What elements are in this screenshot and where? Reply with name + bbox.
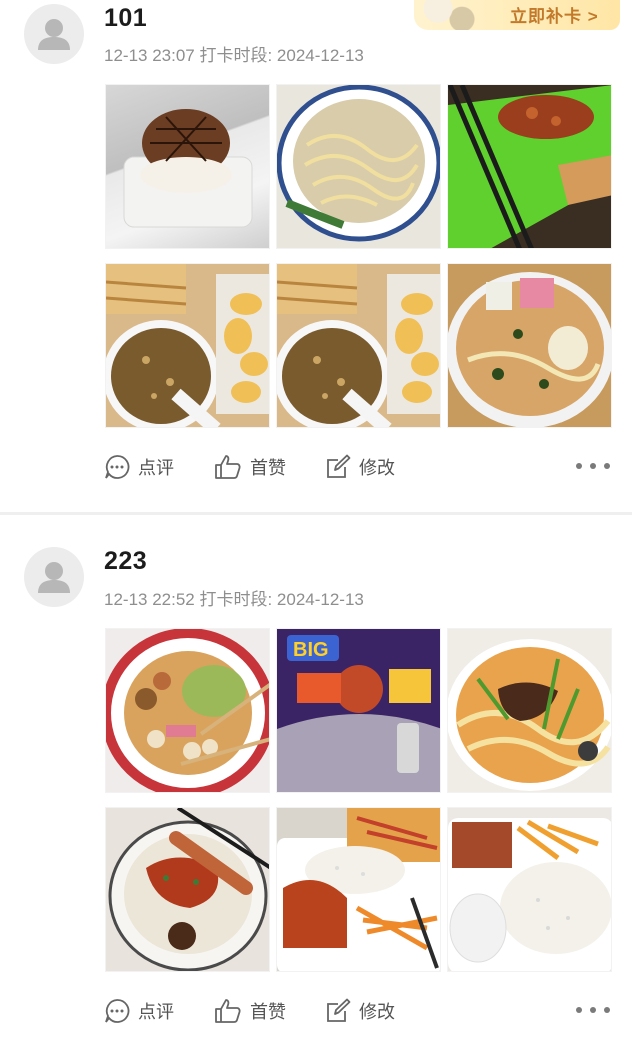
post-meta: 12-13 23:07 打卡时段: 2024-12-13 — [104, 46, 364, 65]
spicy-wonton-photo[interactable] — [105, 807, 270, 972]
edit-icon — [327, 998, 351, 1022]
like-button[interactable]: 首赞 — [214, 996, 286, 1026]
comment-icon — [105, 455, 130, 479]
edit-label: 修改 — [359, 458, 395, 478]
noodle-bowl-icon — [277, 85, 440, 242]
user-placeholder-icon — [38, 19, 70, 50]
post-card-223: 223 12-13 22:52 打卡时段: 2024-12-13 BIG 点评 … — [0, 515, 632, 1058]
like-label: 首赞 — [250, 1002, 286, 1022]
beef-noodle-photo[interactable] — [447, 628, 612, 793]
spicy-hotpot-photo[interactable] — [447, 263, 612, 428]
malatang-bowl-photo[interactable] — [105, 628, 270, 793]
comment-button[interactable]: 点评 — [104, 452, 174, 482]
edit-icon — [327, 454, 351, 478]
username[interactable]: 101 — [104, 4, 147, 33]
beef-noodle-icon — [448, 639, 611, 791]
user-placeholder-icon — [38, 562, 70, 593]
plate-chicken-icon — [448, 85, 611, 248]
post-card-101: 101 12-13 23:07 打卡时段: 2024-12-13 立即补卡 > — [0, 0, 632, 512]
like-button[interactable]: 首赞 — [214, 452, 286, 482]
avatar[interactable] — [24, 547, 84, 607]
like-label: 首赞 — [250, 458, 286, 478]
rice-plate-photo[interactable] — [276, 807, 441, 972]
edit-button[interactable]: 修改 — [325, 996, 395, 1026]
mascot-icon — [420, 0, 480, 30]
comment-label: 点评 — [138, 458, 174, 478]
more-options-icon[interactable] — [576, 456, 610, 476]
edit-button[interactable]: 修改 — [325, 452, 395, 482]
cake-photo[interactable] — [105, 84, 270, 249]
thumbs-up-icon — [215, 455, 241, 479]
malatang-bowl-icon — [106, 629, 269, 792]
instant-noodle-cup-photo[interactable]: BIG — [276, 628, 441, 793]
avatar[interactable] — [24, 4, 84, 64]
makeup-checkin-label: 立即补卡 > — [510, 7, 599, 26]
username[interactable]: 223 — [104, 547, 147, 576]
comment-label: 点评 — [138, 1002, 174, 1022]
rice-plate-icon — [277, 808, 440, 971]
rice-box-icon — [448, 818, 611, 971]
svg-text:BIG: BIG — [293, 639, 329, 661]
noodle-soup-photo[interactable] — [276, 84, 441, 249]
cake-icon — [123, 109, 253, 228]
porridge-bread-icon — [106, 264, 269, 427]
thumbs-up-icon — [215, 999, 241, 1023]
noodle-cup-icon: BIG — [277, 629, 440, 792]
porridge-bread-icon — [277, 264, 440, 427]
porridge-bread-photo-2[interactable] — [276, 263, 441, 428]
comment-button[interactable]: 点评 — [104, 996, 174, 1026]
makeup-checkin-badge[interactable]: 立即补卡 > — [414, 0, 620, 30]
comment-icon — [105, 999, 130, 1023]
hotpot-bowl-icon — [448, 272, 611, 427]
porridge-bread-photo-1[interactable] — [105, 263, 270, 428]
edit-label: 修改 — [359, 1002, 395, 1022]
post-meta: 12-13 22:52 打卡时段: 2024-12-13 — [104, 590, 364, 609]
rice-box-photo[interactable] — [447, 807, 612, 972]
more-options-icon[interactable] — [576, 1000, 610, 1020]
wonton-bowl-icon — [108, 808, 269, 971]
fried-chicken-photo[interactable] — [447, 84, 612, 249]
